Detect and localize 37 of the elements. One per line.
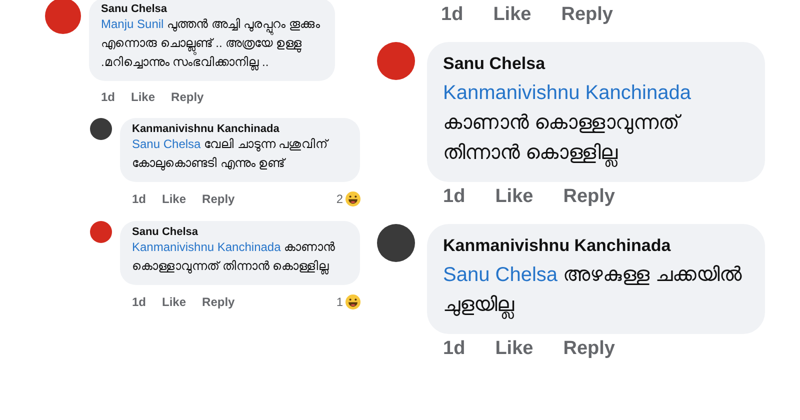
timestamp: 1d xyxy=(132,192,146,206)
comment-text: Manju Sunil പുത്തൻ അച്ചി പുരപ്പുറം തൂക്കും എന്നൊരു ചൊല്ലുണ്ട് .. അത്രയേ ഉള്ളു .മറിച്ചൊന്നും സംഭവിക്കാനില്ല .. xyxy=(101,16,322,72)
comment-text: Sanu Chelsa അഴകുള്ള ചക്കയിൽ ചുളയില്ല xyxy=(443,260,749,320)
author-name[interactable]: Kanmanivishnu Kanchinada xyxy=(132,123,348,135)
timestamp: 1d xyxy=(441,4,464,26)
reaction-count: 2 xyxy=(336,192,343,206)
like-link[interactable]: Like xyxy=(162,295,186,309)
avatar[interactable] xyxy=(45,0,81,34)
author-name[interactable]: Kanmanivishnu Kanchinada xyxy=(443,236,749,256)
avatar[interactable] xyxy=(377,42,415,80)
like-link[interactable]: Like xyxy=(493,4,532,26)
reaction-count: 1 xyxy=(336,295,343,309)
timestamp: 1d xyxy=(443,186,466,208)
like-link[interactable]: Like xyxy=(495,186,534,208)
timestamp: 1d xyxy=(132,295,146,309)
like-link[interactable]: Like xyxy=(495,338,534,360)
author-name[interactable]: Sanu Chelsa xyxy=(132,226,348,238)
reply-link[interactable]: Reply xyxy=(561,4,613,26)
reply-link[interactable]: Reply xyxy=(171,90,204,104)
avatar[interactable] xyxy=(377,224,415,262)
comment-text: Kanmanivishnu Kanchinada കാണാൻ കൊള്ളാവുന്നത് തിന്നാൻ കൊള്ളില്ല xyxy=(443,78,749,168)
reply-link[interactable]: Reply xyxy=(563,338,615,360)
comment-text: Sanu Chelsa വേലി ചാടുന്ന പശുവിന് കോലുകൊണ്ടടി എന്നും ഉണ്ട് xyxy=(132,136,330,172)
reply-link[interactable]: Reply xyxy=(202,295,235,309)
timestamp: 1d xyxy=(101,90,116,104)
author-name[interactable]: Sanu Chelsa xyxy=(101,3,323,15)
comment-text: Kanmanivishnu Kanchinada കാണാൻ കൊള്ളാവുന്നത് തിന്നാൻ കൊള്ളില്ല xyxy=(132,239,336,276)
author-name[interactable]: Sanu Chelsa xyxy=(443,54,749,74)
laughing-emoji-icon xyxy=(345,191,361,207)
reply-link[interactable]: Reply xyxy=(563,186,615,208)
like-link[interactable]: Like xyxy=(131,90,156,104)
laughing-emoji-icon xyxy=(345,294,361,310)
avatar[interactable] xyxy=(90,221,112,243)
like-link[interactable]: Like xyxy=(162,192,186,206)
timestamp: 1d xyxy=(443,338,466,360)
reply-link[interactable]: Reply xyxy=(202,192,235,206)
avatar[interactable] xyxy=(90,118,112,140)
